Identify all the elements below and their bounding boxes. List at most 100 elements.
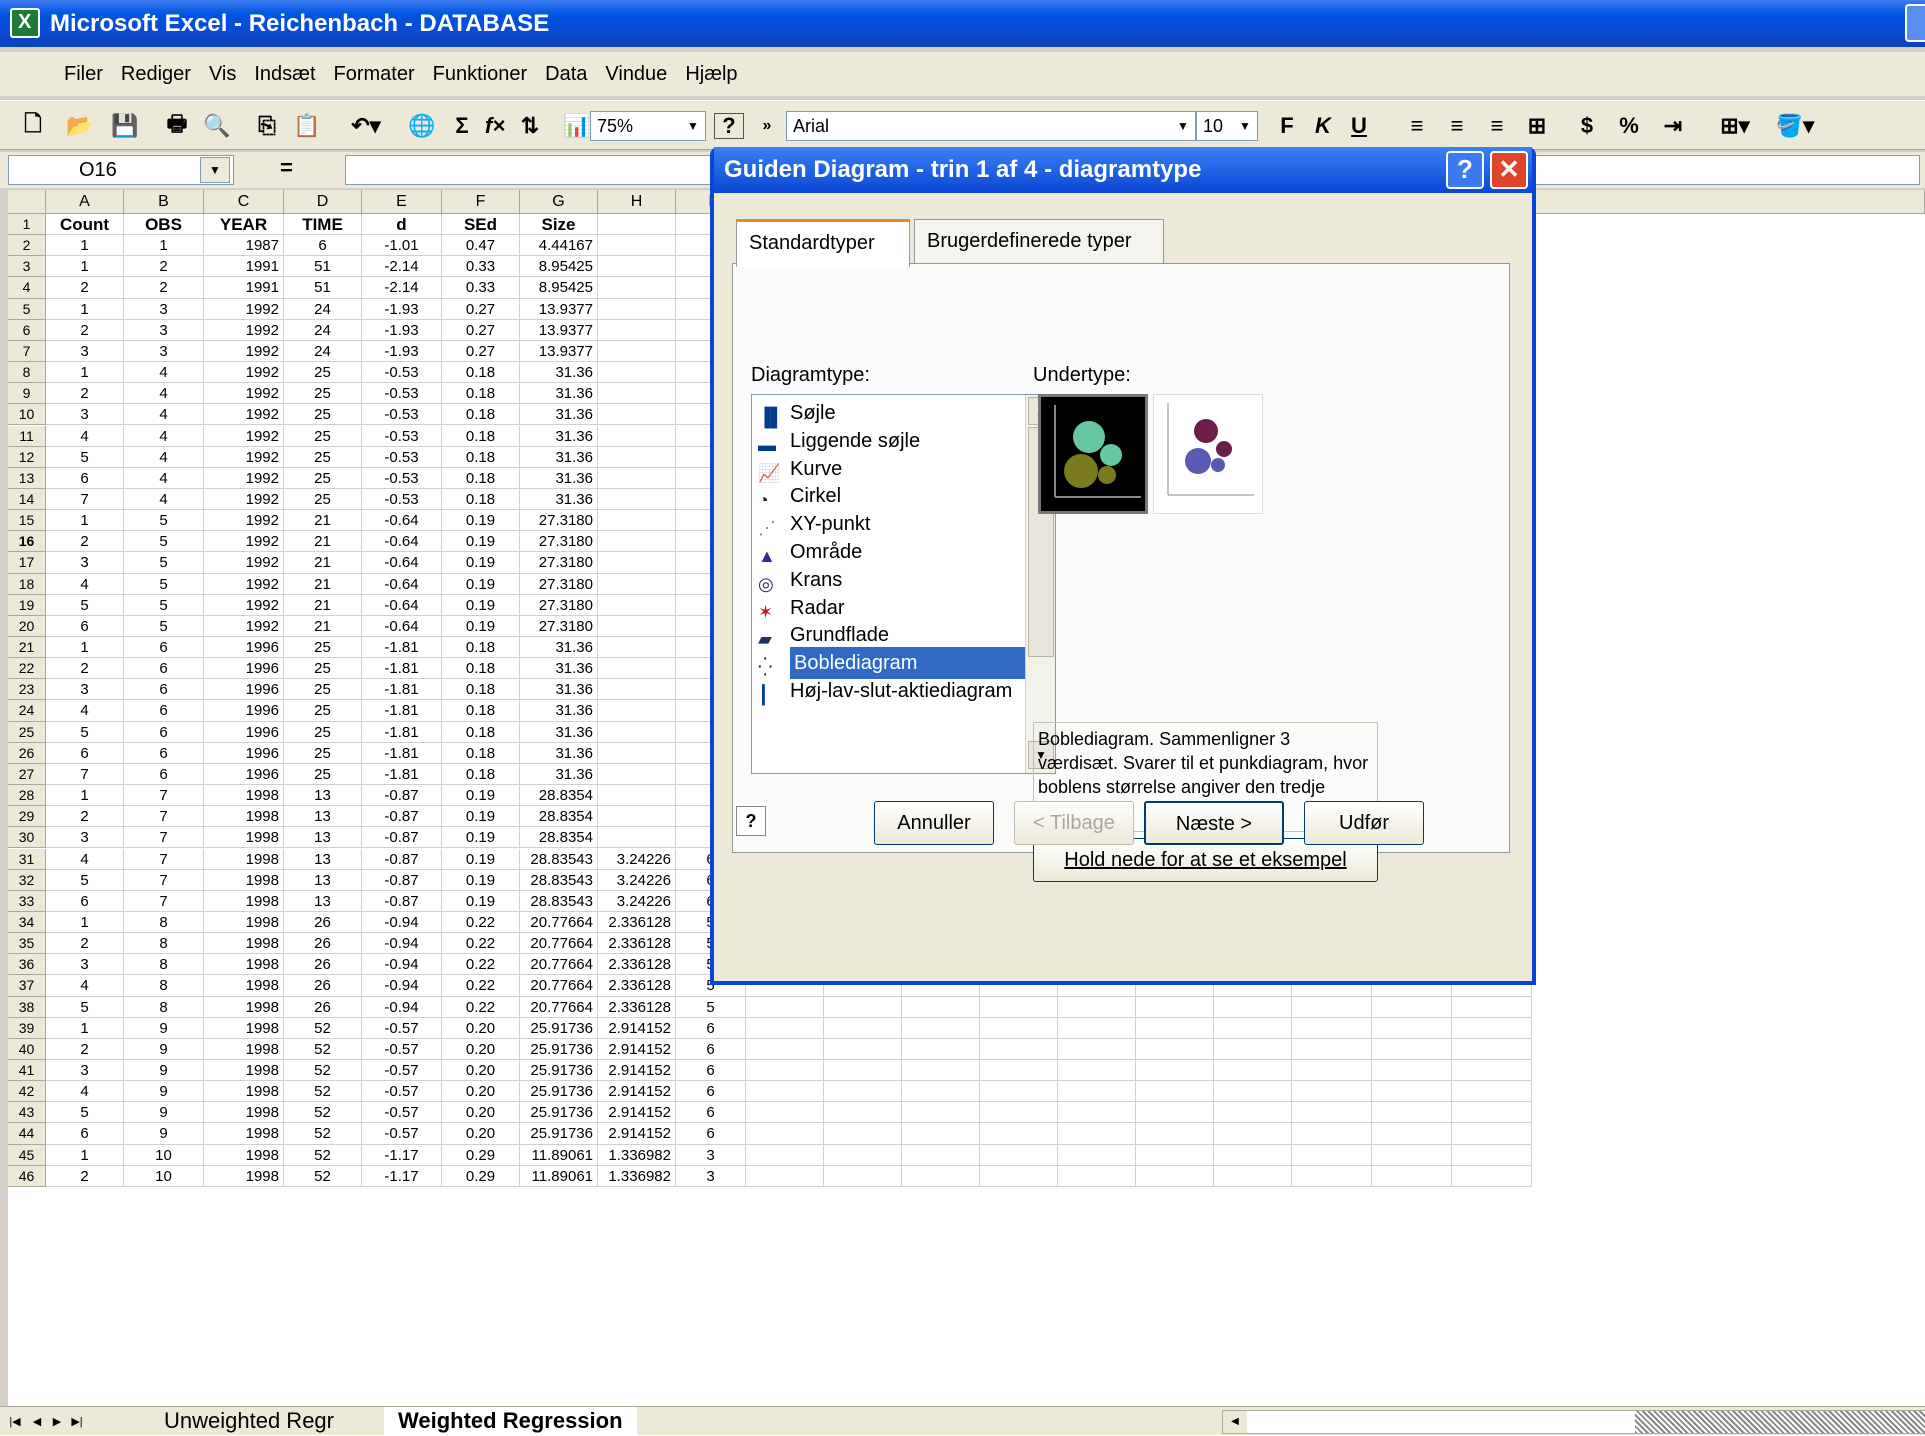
cell[interactable]: -0.87 xyxy=(362,827,442,849)
cell[interactable]: 6 xyxy=(46,890,124,912)
cell[interactable] xyxy=(598,573,676,595)
cell[interactable]: -1.17 xyxy=(362,1144,442,1166)
cell[interactable]: 27.3180 xyxy=(520,552,598,574)
cell[interactable]: 2.914152 xyxy=(598,1060,676,1082)
cell[interactable]: 31.36 xyxy=(520,679,598,701)
row-header[interactable]: 4 xyxy=(8,277,46,299)
cell[interactable]: -0.53 xyxy=(362,383,442,405)
cell[interactable]: 13.9377 xyxy=(520,298,598,320)
row-header[interactable]: 5 xyxy=(8,298,46,320)
row-header[interactable]: 14 xyxy=(8,488,46,511)
cell[interactable] xyxy=(598,256,676,278)
cell[interactable]: 2.336128 xyxy=(598,954,676,976)
cell[interactable]: 31.36 xyxy=(520,721,598,743)
cell[interactable] xyxy=(598,637,676,659)
cell[interactable]: 1996 xyxy=(204,763,284,786)
cell[interactable] xyxy=(598,404,676,426)
cell[interactable]: 3 xyxy=(46,404,124,426)
cell[interactable] xyxy=(598,510,676,532)
cell[interactable] xyxy=(1058,1038,1136,1060)
row-header[interactable]: 35 xyxy=(8,933,46,955)
currency-icon[interactable]: $ xyxy=(1570,109,1604,143)
cell[interactable]: 2.336128 xyxy=(598,911,676,934)
cell[interactable]: 2 xyxy=(46,806,124,828)
cell[interactable] xyxy=(598,806,676,828)
cell[interactable]: -1.01 xyxy=(362,235,442,257)
cell[interactable] xyxy=(1372,1060,1452,1082)
row-header[interactable]: 2 xyxy=(8,235,46,257)
cell[interactable]: 26 xyxy=(284,911,362,934)
cell[interactable]: 25 xyxy=(284,658,362,680)
cell[interactable]: 0.18 xyxy=(442,637,520,659)
cell[interactable]: -0.94 xyxy=(362,954,442,976)
cell[interactable]: 0.20 xyxy=(442,1060,520,1082)
cell[interactable]: 0.18 xyxy=(442,763,520,786)
cell[interactable]: 1992 xyxy=(204,488,284,511)
cell[interactable]: 0.19 xyxy=(442,531,520,553)
column-header[interactable]: G xyxy=(520,190,598,214)
cell[interactable] xyxy=(902,1123,980,1145)
open-icon[interactable]: 📂 xyxy=(62,109,98,143)
cell[interactable]: 31.36 xyxy=(520,446,598,468)
cell[interactable] xyxy=(980,1165,1058,1187)
cell[interactable]: 3 xyxy=(676,1165,746,1187)
cell[interactable]: 0.20 xyxy=(442,1123,520,1145)
cell[interactable]: 1998 xyxy=(204,975,284,997)
cell[interactable]: 21 xyxy=(284,531,362,553)
cell[interactable]: 25 xyxy=(284,700,362,722)
cell[interactable] xyxy=(980,1017,1058,1039)
cell[interactable]: 31.36 xyxy=(520,488,598,511)
cell[interactable]: 28.8354 xyxy=(520,785,598,807)
cell[interactable]: 1 xyxy=(46,1017,124,1039)
cell[interactable]: 13 xyxy=(284,869,362,891)
cell[interactable]: 7 xyxy=(124,848,204,870)
cell[interactable]: 25.91736 xyxy=(520,1017,598,1039)
cell[interactable]: -0.64 xyxy=(362,510,442,532)
cell[interactable]: -0.87 xyxy=(362,848,442,870)
cell[interactable] xyxy=(598,552,676,574)
cell[interactable] xyxy=(824,1144,902,1166)
cell[interactable] xyxy=(1292,1144,1372,1166)
cell[interactable]: 5 xyxy=(46,1102,124,1124)
scroll-left-icon[interactable]: ◀ xyxy=(1223,1411,1247,1433)
row-header[interactable]: 3 xyxy=(8,256,46,278)
merge-center-icon[interactable]: ⊞ xyxy=(1520,109,1554,143)
cell[interactable]: 1992 xyxy=(204,510,284,532)
cell[interactable]: 0.18 xyxy=(442,446,520,468)
cell[interactable]: 25 xyxy=(284,383,362,405)
cell[interactable]: 6 xyxy=(676,1017,746,1039)
row-header[interactable]: 8 xyxy=(8,362,46,384)
cell[interactable]: 6 xyxy=(676,1060,746,1082)
cell[interactable]: 0.22 xyxy=(442,975,520,997)
row-header[interactable]: 40 xyxy=(8,1038,46,1060)
cell[interactable]: Size xyxy=(520,214,598,236)
cell[interactable] xyxy=(1214,1038,1292,1060)
cell[interactable]: 2 xyxy=(46,933,124,955)
cell[interactable]: 1998 xyxy=(204,1123,284,1145)
cell[interactable] xyxy=(598,425,676,447)
cell[interactable]: 1996 xyxy=(204,742,284,764)
cell[interactable]: 0.19 xyxy=(442,615,520,637)
cell[interactable]: 1992 xyxy=(204,552,284,574)
cell[interactable]: 3 xyxy=(124,298,204,320)
cell[interactable]: 0.33 xyxy=(442,256,520,278)
cell[interactable] xyxy=(1292,1102,1372,1124)
cell[interactable]: -0.87 xyxy=(362,785,442,807)
cell[interactable]: 9 xyxy=(124,1081,204,1103)
cell[interactable]: 3 xyxy=(46,954,124,976)
cell[interactable] xyxy=(824,1123,902,1145)
cell[interactable]: -0.87 xyxy=(362,890,442,912)
cell[interactable]: 7 xyxy=(124,869,204,891)
cell[interactable]: 1996 xyxy=(204,679,284,701)
cell[interactable]: 4 xyxy=(124,383,204,405)
tab-custom-types[interactable]: Brugerdefinerede typer xyxy=(914,219,1164,263)
cell[interactable]: 52 xyxy=(284,1144,362,1166)
cell[interactable]: 1996 xyxy=(204,637,284,659)
cell[interactable]: 1998 xyxy=(204,827,284,849)
cell[interactable]: -1.81 xyxy=(362,679,442,701)
align-left-icon[interactable]: ≡ xyxy=(1400,109,1434,143)
cell[interactable]: 31.36 xyxy=(520,425,598,447)
row-header[interactable]: 28 xyxy=(8,785,46,807)
cell[interactable] xyxy=(1452,996,1532,1018)
row-header[interactable]: 26 xyxy=(8,742,46,764)
